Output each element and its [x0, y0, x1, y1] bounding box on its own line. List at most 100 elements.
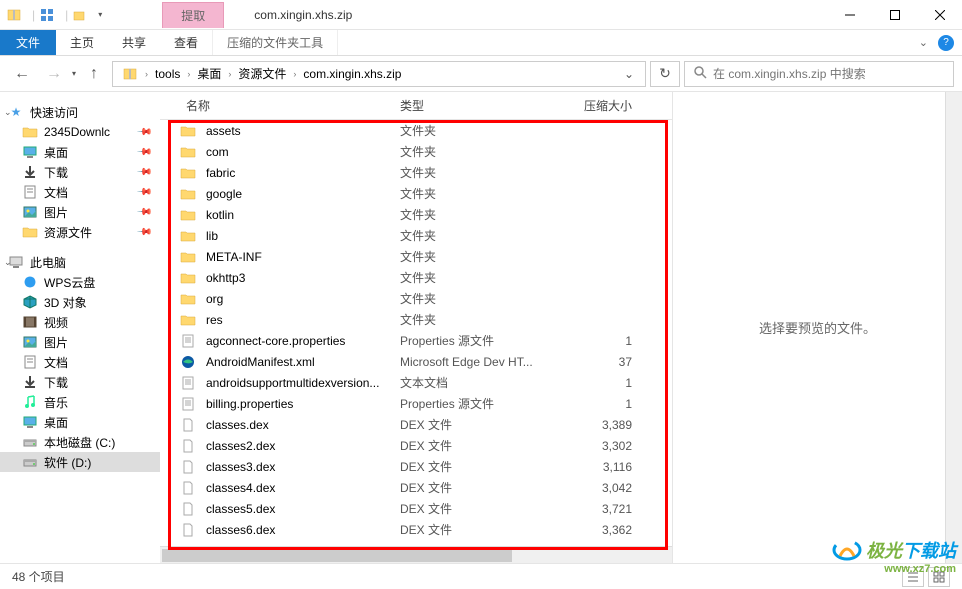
address-dropdown-icon[interactable]: ⌄ [617, 62, 641, 86]
file-menu[interactable]: 文件 [0, 30, 56, 55]
ribbon-tab-home[interactable]: 主页 [56, 30, 108, 55]
help-icon[interactable]: ? [938, 35, 954, 51]
column-size[interactable]: 压缩大小 [570, 97, 640, 114]
ribbon-tab-view[interactable]: 查看 [160, 30, 212, 55]
new-folder-icon[interactable] [72, 7, 88, 23]
sidebar-quick-item[interactable]: 资源文件📌 [0, 222, 160, 242]
file-list-pane: 名称 类型 压缩大小 assets文件夹com文件夹fabric文件夹googl… [160, 92, 672, 563]
breadcrumb-desktop[interactable]: 桌面 [192, 62, 226, 86]
file-row[interactable]: com文件夹 [160, 141, 672, 162]
file-row[interactable]: res文件夹 [160, 309, 672, 330]
sidebar-pc-item[interactable]: 3D 对象 [0, 292, 160, 312]
file-icon [180, 417, 196, 433]
expand-icon[interactable]: ⌄ [4, 257, 12, 268]
file-row[interactable]: classes5.dexDEX 文件3,721 [160, 498, 672, 519]
file-row[interactable]: kotlin文件夹 [160, 204, 672, 225]
chevron-right-icon[interactable]: › [143, 69, 150, 79]
maximize-button[interactable] [872, 0, 917, 30]
file-row[interactable]: org文件夹 [160, 288, 672, 309]
details-view-button[interactable] [902, 567, 924, 587]
preview-pane: 选择要预览的文件。 [672, 92, 962, 563]
ribbon-tab-compress-tools[interactable]: 压缩的文件夹工具 [212, 30, 338, 55]
sidebar-quick-item[interactable]: 文档📌 [0, 182, 160, 202]
quick-access-header[interactable]: ⌄ ★ 快速访问 [0, 102, 160, 122]
search-box[interactable] [684, 61, 954, 87]
search-input[interactable] [713, 67, 945, 81]
file-row[interactable]: classes.dexDEX 文件3,389 [160, 414, 672, 435]
sidebar-pc-item[interactable]: 软件 (D:) [0, 452, 160, 472]
chevron-right-icon[interactable]: › [185, 69, 192, 79]
file-row[interactable]: okhttp3文件夹 [160, 267, 672, 288]
breadcrumb-zip[interactable]: com.xingin.xhs.zip [298, 62, 406, 86]
address-bar[interactable]: › tools › 桌面 › 资源文件 › com.xingin.xhs.zip… [112, 61, 646, 87]
context-tab-extract[interactable]: 提取 [162, 2, 224, 28]
horizontal-scrollbar[interactable] [160, 546, 672, 563]
qat-dropdown-icon[interactable]: ▾ [98, 10, 102, 19]
file-type: 文件夹 [400, 311, 570, 328]
text-icon [180, 333, 196, 349]
file-type: 文件夹 [400, 164, 570, 181]
sidebar-pc-item[interactable]: 本地磁盘 (C:) [0, 432, 160, 452]
sidebar-pc-item[interactable]: 下载 [0, 372, 160, 392]
file-size: 1 [570, 334, 640, 348]
sidebar-item-label: 文档 [44, 354, 150, 371]
file-row[interactable]: lib文件夹 [160, 225, 672, 246]
history-dropdown-icon[interactable]: ▾ [72, 69, 76, 78]
sidebar-quick-item[interactable]: 下载📌 [0, 162, 160, 182]
sidebar-pc-item[interactable]: 视频 [0, 312, 160, 332]
file-list[interactable]: assets文件夹com文件夹fabric文件夹google文件夹kotlin文… [160, 120, 672, 546]
sidebar-item-label: 图片 [44, 334, 150, 351]
sidebar-pc-item[interactable]: WPS云盘 [0, 272, 160, 292]
expand-icon[interactable]: ⌄ [4, 107, 12, 118]
close-button[interactable] [917, 0, 962, 30]
file-row[interactable]: classes6.dexDEX 文件3,362 [160, 519, 672, 540]
breadcrumb-resources[interactable]: 资源文件 [233, 62, 291, 86]
status-bar: 48 个项目 [0, 563, 962, 589]
ribbon-expand-icon[interactable]: ⌄ [919, 36, 928, 49]
file-type: DEX 文件 [400, 479, 570, 496]
column-name[interactable]: 名称 [180, 97, 400, 114]
chevron-right-icon[interactable]: › [226, 69, 233, 79]
file-row[interactable]: assets文件夹 [160, 120, 672, 141]
forward-button[interactable]: → [40, 60, 68, 88]
video-icon [22, 314, 38, 330]
file-row[interactable]: billing.propertiesProperties 源文件1 [160, 393, 672, 414]
file-name: assets [206, 124, 400, 138]
file-row[interactable]: agconnect-core.propertiesProperties 源文件1 [160, 330, 672, 351]
file-row[interactable]: fabric文件夹 [160, 162, 672, 183]
address-root-icon[interactable] [117, 62, 143, 86]
file-row[interactable]: classes2.dexDEX 文件3,302 [160, 435, 672, 456]
pin-icon: 📌 [135, 204, 152, 221]
file-row[interactable]: androidsupportmultidexversion...文本文档1 [160, 372, 672, 393]
sidebar-quick-item[interactable]: 2345Downlc📌 [0, 122, 160, 142]
scrollbar-thumb[interactable] [162, 549, 512, 562]
minimize-button[interactable] [827, 0, 872, 30]
file-type: DEX 文件 [400, 437, 570, 454]
ribbon-tab-share[interactable]: 共享 [108, 30, 160, 55]
sidebar-pc-item[interactable]: 音乐 [0, 392, 160, 412]
sidebar-item-label: 2345Downlc [44, 125, 132, 139]
icons-view-button[interactable] [928, 567, 950, 587]
breadcrumb-tools[interactable]: tools [150, 62, 185, 86]
sidebar-pc-item[interactable]: 文档 [0, 352, 160, 372]
sidebar-pc-item[interactable]: 桌面 [0, 412, 160, 432]
sidebar-pc-item[interactable]: 图片 [0, 332, 160, 352]
file-size: 1 [570, 376, 640, 390]
column-type[interactable]: 类型 [400, 97, 570, 114]
refresh-button[interactable]: ↻ [650, 61, 680, 87]
file-row[interactable]: google文件夹 [160, 183, 672, 204]
file-row[interactable]: AndroidManifest.xmlMicrosoft Edge Dev HT… [160, 351, 672, 372]
ribbon-bar: 文件 主页 共享 查看 压缩的文件夹工具 ⌄ ? [0, 30, 962, 56]
sidebar-quick-item[interactable]: 图片📌 [0, 202, 160, 222]
file-row[interactable]: classes4.dexDEX 文件3,042 [160, 477, 672, 498]
chevron-right-icon[interactable]: › [291, 69, 298, 79]
folder-icon [180, 312, 196, 328]
preview-scrollbar[interactable] [945, 92, 962, 563]
file-row[interactable]: META-INF文件夹 [160, 246, 672, 267]
back-button[interactable]: ← [8, 60, 36, 88]
up-button[interactable]: ↑ [80, 60, 108, 88]
file-row[interactable]: classes3.dexDEX 文件3,116 [160, 456, 672, 477]
sidebar-quick-item[interactable]: 桌面📌 [0, 142, 160, 162]
this-pc-header[interactable]: ⌄ 此电脑 [0, 252, 160, 272]
properties-icon[interactable] [39, 7, 55, 23]
